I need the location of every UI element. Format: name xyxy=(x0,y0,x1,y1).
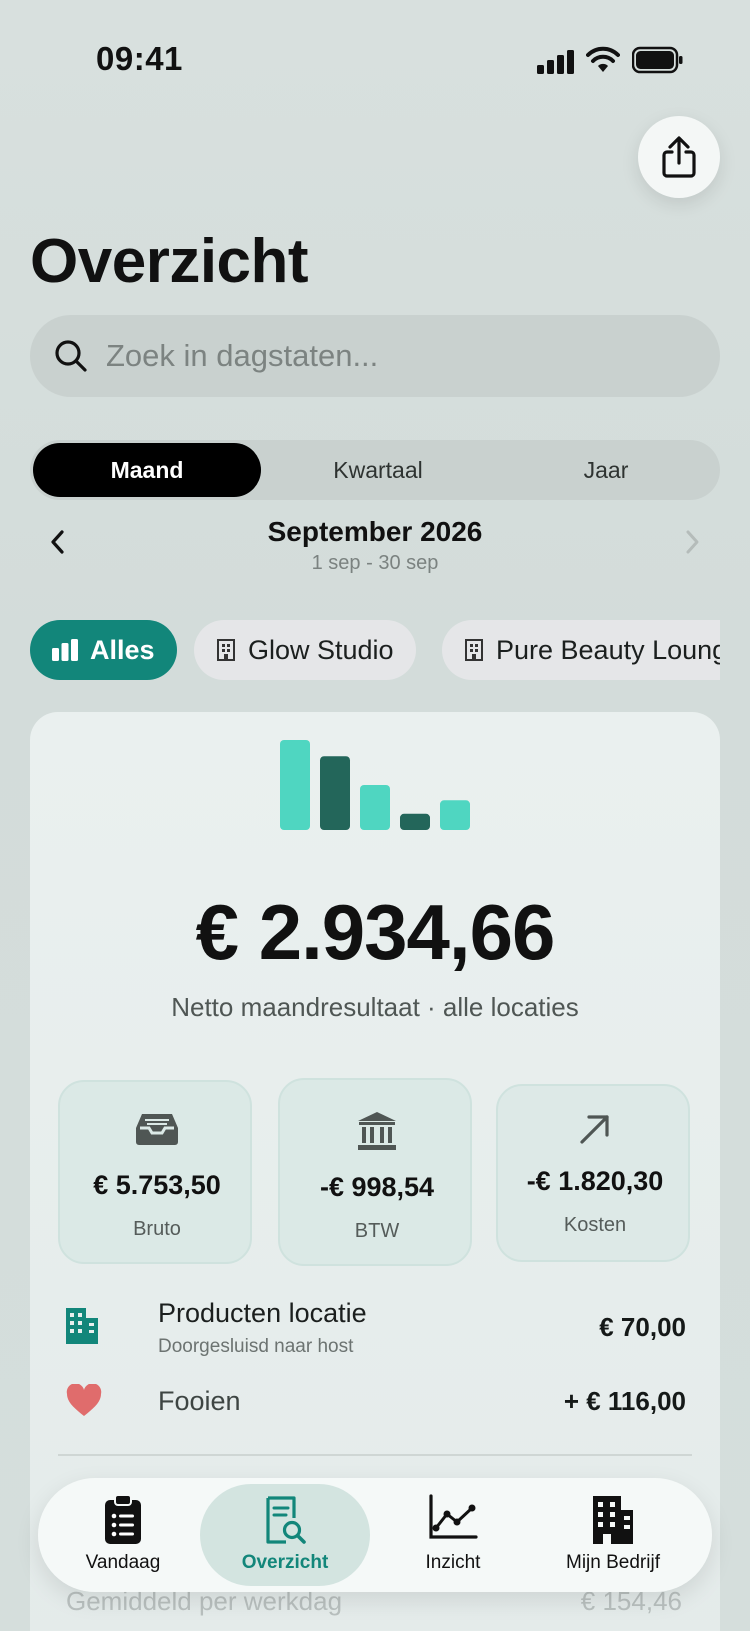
stat-value: € 5.753,50 xyxy=(93,1170,221,1200)
status-bar: 09:41 xyxy=(0,38,750,84)
building-icon xyxy=(66,1308,98,1344)
row-divider xyxy=(58,1454,692,1456)
stat-value: -€ 998,54 xyxy=(319,1172,435,1202)
filter-chip-label: Pure Beauty Lounge xyxy=(496,634,720,665)
tab-kwartaal[interactable]: Kwartaal xyxy=(264,440,492,500)
battery-icon xyxy=(632,46,683,74)
filter-chip-label: Alles xyxy=(90,634,155,665)
row-title: Fooien xyxy=(158,1386,241,1416)
inbox-tray-icon xyxy=(136,1114,178,1145)
net-result-caption: Netto maandresultaat · alle locaties xyxy=(171,992,579,1022)
document-search-icon xyxy=(266,1496,306,1544)
row-producten-locatie[interactable]: Producten locatie Doorgesluisd naar host… xyxy=(66,1298,686,1358)
month-navigator: September 2026 1 sep - 30 sep xyxy=(0,512,750,582)
location-filter-row: Alles Glow Studio Pure Beauty Lounge xyxy=(30,620,720,680)
stat-label: Kosten xyxy=(563,1214,627,1236)
search-input[interactable] xyxy=(106,338,666,374)
filter-chip-glow-studio[interactable]: Glow Studio xyxy=(194,620,416,680)
tab-inzicht[interactable]: Inzicht xyxy=(368,1478,538,1592)
bank-building-icon xyxy=(358,1112,396,1150)
mini-bar xyxy=(320,756,350,830)
building-icon xyxy=(217,639,235,661)
tab-vandaag[interactable]: Vandaag xyxy=(38,1478,208,1592)
tab-label: Inzicht xyxy=(425,1552,481,1573)
office-building-icon xyxy=(593,1496,633,1544)
status-time: 09:41 xyxy=(96,40,183,77)
row-value: € 70,00 xyxy=(599,1312,686,1342)
tab-maand[interactable]: Maand xyxy=(33,443,261,497)
share-button[interactable] xyxy=(638,116,720,198)
search-bar[interactable] xyxy=(30,315,720,397)
stat-label: Bruto xyxy=(133,1218,181,1240)
line-chart-icon xyxy=(429,1494,478,1539)
clipboard-list-icon xyxy=(105,1494,141,1544)
search-icon xyxy=(55,340,87,372)
app-screen: 09:41 Overzicht Zoek in dagstaten... Maa… xyxy=(0,0,750,1631)
wifi-icon xyxy=(586,46,620,72)
row-value: + € 116,00 xyxy=(563,1386,686,1416)
heart-icon xyxy=(66,1384,102,1416)
filter-chip-alles[interactable]: Alles xyxy=(30,620,177,680)
row-subtitle: Doorgesluisd naar host xyxy=(158,1336,354,1357)
stat-tile-kosten: -€ 1.820,30 Kosten xyxy=(496,1084,690,1262)
period-range: 1 sep - 30 sep xyxy=(311,552,439,574)
filter-chip-pure-beauty-lounge[interactable]: Pure Beauty Lounge xyxy=(442,620,720,680)
mini-bar-chart xyxy=(280,740,470,830)
row-fooien[interactable]: Fooien + € 116,00 xyxy=(66,1382,686,1442)
period-title: September 2026 xyxy=(267,516,483,547)
period-segmented-control: Maand Kwartaal Jaar xyxy=(30,440,720,500)
net-result-amount: € 2.934,66 xyxy=(195,888,556,976)
bottom-tab-bar: Vandaag Overzicht Inzicht Mijn Bedrijf xyxy=(38,1478,712,1592)
mini-bar xyxy=(440,800,470,830)
cellular-signal-icon xyxy=(537,50,574,74)
filter-chip-label: Glow Studio xyxy=(248,634,394,665)
tab-label: Overzicht xyxy=(241,1552,329,1573)
mini-bar xyxy=(360,785,390,830)
bar-chart-icon xyxy=(52,639,78,661)
tab-label: Mijn Bedrijf xyxy=(566,1552,660,1573)
arrow-up-right-icon xyxy=(580,1115,609,1144)
chevron-right-icon[interactable] xyxy=(678,526,706,558)
row-title: Producten locatie xyxy=(158,1298,367,1328)
mini-bar xyxy=(400,813,430,830)
stat-tile-bruto: € 5.753,50 Bruto xyxy=(58,1080,252,1264)
building-icon xyxy=(465,639,483,661)
share-icon xyxy=(662,136,696,178)
tab-overzicht[interactable]: Overzicht xyxy=(200,1484,370,1586)
stat-label: BTW xyxy=(354,1220,400,1242)
stat-value: -€ 1.820,30 xyxy=(526,1166,664,1196)
page-title: Overzicht xyxy=(30,227,309,296)
tab-label: Vandaag xyxy=(85,1552,161,1573)
stat-tile-btw: -€ 998,54 BTW xyxy=(278,1078,472,1266)
tab-mijn-bedrijf[interactable]: Mijn Bedrijf xyxy=(528,1478,698,1592)
mini-bar xyxy=(280,740,310,830)
tab-jaar[interactable]: Jaar xyxy=(492,440,720,500)
